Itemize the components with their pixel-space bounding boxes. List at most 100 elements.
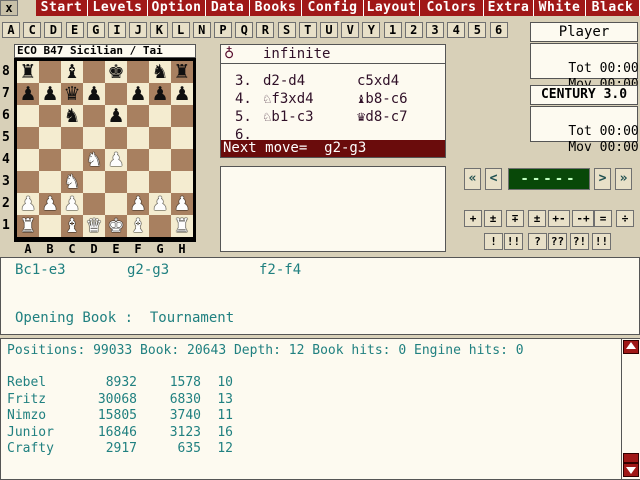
board-square[interactable] <box>105 83 127 105</box>
black-rook-icon[interactable]: ♜ <box>171 61 193 83</box>
scrollbar[interactable] <box>621 339 640 479</box>
board-square[interactable] <box>17 127 39 149</box>
board-square[interactable] <box>127 171 149 193</box>
board-square[interactable] <box>39 171 61 193</box>
board-square[interactable] <box>61 149 83 171</box>
board-square[interactable] <box>105 193 127 215</box>
evaluation-button[interactable]: -+ <box>572 210 594 227</box>
evaluation-button[interactable]: + <box>464 210 482 227</box>
menu-item-black[interactable]: Black <box>586 0 640 16</box>
book-move[interactable]: Bc1-e3 <box>15 262 66 278</box>
board-square[interactable] <box>39 127 61 149</box>
board-square[interactable] <box>171 171 193 193</box>
letter-button[interactable]: 1 <box>383 22 402 38</box>
letter-button[interactable]: 5 <box>468 22 487 38</box>
black-queen-icon[interactable]: ♛ <box>61 83 83 105</box>
evaluation-button[interactable]: ± <box>484 210 502 227</box>
black-knight-icon[interactable]: ♞ <box>61 105 83 127</box>
board-square[interactable] <box>105 127 127 149</box>
annotation-button[interactable]: ?? <box>548 233 567 250</box>
white-pawn-icon[interactable]: ♟ <box>127 193 149 215</box>
menu-item-data[interactable]: Data <box>206 0 250 16</box>
black-move[interactable]: ♝b8-c6 <box>357 91 408 107</box>
letter-button[interactable]: 3 <box>426 22 444 38</box>
letter-button[interactable]: I <box>108 22 126 38</box>
board-square[interactable] <box>149 171 171 193</box>
annotation-button[interactable]: ? <box>528 233 547 250</box>
board-square[interactable] <box>61 127 83 149</box>
black-bishop-icon[interactable]: ♝ <box>61 61 83 83</box>
board-square[interactable] <box>83 193 105 215</box>
letter-button[interactable]: D <box>44 22 63 38</box>
menu-item-start[interactable]: Start <box>36 0 88 16</box>
letter-button[interactable]: T <box>298 22 317 38</box>
board-square[interactable] <box>39 61 61 83</box>
black-pawn-icon[interactable]: ♟ <box>39 83 61 105</box>
black-move[interactable]: c5xd4 <box>357 73 399 89</box>
scroll-up-button[interactable] <box>623 340 639 354</box>
menu-item-layout[interactable]: Layout <box>364 0 420 16</box>
white-rook-icon[interactable]: ♜ <box>17 215 39 237</box>
evaluation-button[interactable]: ± <box>528 210 546 227</box>
letter-button[interactable]: A <box>2 22 20 38</box>
evaluation-button[interactable]: +- <box>548 210 570 227</box>
next-move-button[interactable]: > <box>594 168 611 190</box>
prev-move-button[interactable]: < <box>485 168 502 190</box>
annotation-button[interactable]: !! <box>592 233 611 250</box>
board-square[interactable] <box>149 149 171 171</box>
board-square[interactable] <box>171 105 193 127</box>
scroll-down-button[interactable] <box>623 463 639 477</box>
menu-item-option[interactable]: Option <box>148 0 206 16</box>
close-button[interactable]: x <box>0 0 18 16</box>
letter-button[interactable]: L <box>171 22 190 38</box>
first-move-button[interactable]: « <box>464 168 481 190</box>
white-pawn-icon[interactable]: ♟ <box>61 193 83 215</box>
board-square[interactable] <box>17 105 39 127</box>
menu-item-colors[interactable]: Colors <box>420 0 484 16</box>
black-pawn-icon[interactable]: ♟ <box>105 105 127 127</box>
black-pawn-icon[interactable]: ♟ <box>171 83 193 105</box>
board-square[interactable] <box>149 215 171 237</box>
letter-button[interactable]: K <box>150 22 169 38</box>
board-square[interactable] <box>83 171 105 193</box>
annotation-button[interactable]: ?! <box>570 233 589 250</box>
black-pawn-icon[interactable]: ♟ <box>17 83 39 105</box>
menu-item-config[interactable]: Config <box>302 0 364 16</box>
menu-item-white[interactable]: White <box>534 0 586 16</box>
white-pawn-icon[interactable]: ♟ <box>39 193 61 215</box>
black-king-icon[interactable]: ♚ <box>105 61 127 83</box>
letter-button[interactable]: 6 <box>489 22 508 38</box>
board-square[interactable] <box>127 127 149 149</box>
scroll-thumb[interactable] <box>623 453 639 463</box>
board-square[interactable] <box>17 171 39 193</box>
board-square[interactable] <box>127 105 149 127</box>
letter-button[interactable]: Y <box>362 22 381 38</box>
black-move[interactable]: ♛d8-c7 <box>357 109 408 125</box>
white-knight-icon[interactable]: ♞ <box>83 149 105 171</box>
white-king-icon[interactable]: ♚ <box>105 215 127 237</box>
board-square[interactable] <box>171 127 193 149</box>
letter-button[interactable]: Q <box>235 22 254 38</box>
letter-button[interactable]: C <box>23 22 42 38</box>
menu-item-books[interactable]: Books <box>250 0 302 16</box>
board-square[interactable] <box>83 127 105 149</box>
evaluation-button[interactable]: ÷ <box>616 210 634 227</box>
white-move[interactable]: d2-d4 <box>263 73 305 89</box>
letter-button[interactable]: E <box>65 22 84 38</box>
evaluation-button[interactable]: = <box>594 210 612 227</box>
letter-button[interactable]: R <box>256 22 275 38</box>
letter-button[interactable]: U <box>320 22 338 38</box>
white-move[interactable]: ♘b1-c3 <box>263 109 314 125</box>
board-square[interactable] <box>39 215 61 237</box>
evaluation-button[interactable]: ∓ <box>506 210 524 227</box>
board-square[interactable] <box>105 171 127 193</box>
annotation-button[interactable]: !! <box>504 233 523 250</box>
white-queen-icon[interactable]: ♛ <box>83 215 105 237</box>
black-knight-icon[interactable]: ♞ <box>149 61 171 83</box>
letter-button[interactable]: J <box>129 22 148 38</box>
board-square[interactable] <box>171 149 193 171</box>
board-square[interactable] <box>39 105 61 127</box>
white-rook-icon[interactable]: ♜ <box>171 215 193 237</box>
letter-button[interactable]: V <box>341 22 360 38</box>
book-move[interactable]: g2-g3 <box>127 262 169 278</box>
